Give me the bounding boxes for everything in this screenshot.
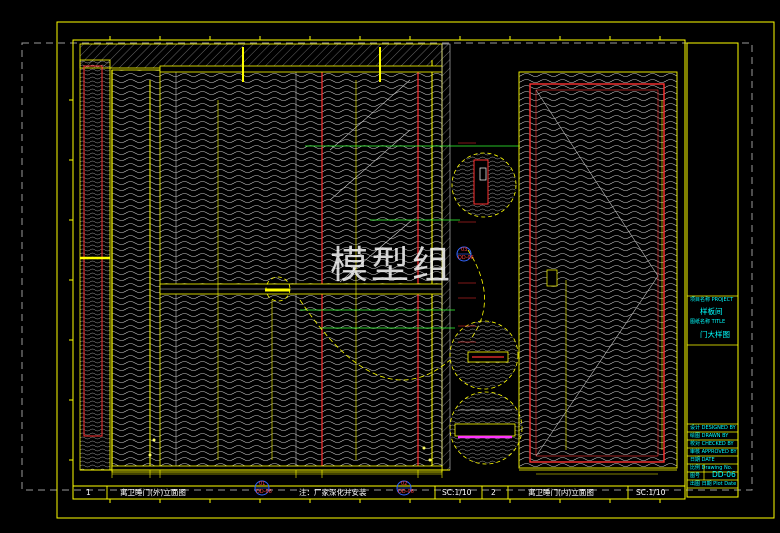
section-tag-1-top: 01 bbox=[259, 481, 266, 487]
tb-row-designed: 设计 DESIGNED BY bbox=[690, 425, 736, 431]
view2-elevation bbox=[518, 71, 678, 475]
view2-title: 寓卫睡门(内)立面图 bbox=[528, 488, 594, 497]
section-tag-3-bottom: DD-06 bbox=[458, 255, 474, 261]
cad-drawing-canvas: 1 寓卫睡门(外)立面图 注：厂家深化并安装 SC:1/10 2 寓卫睡门(内)… bbox=[0, 0, 780, 533]
section-tag-3-top: 03 bbox=[461, 247, 468, 253]
drawing-name-label: 图纸名称 TITLE bbox=[690, 319, 726, 325]
drawing-number: DD-06 bbox=[712, 470, 736, 479]
section-tag-2-top: 02 bbox=[401, 481, 408, 487]
project-label: 项目名称 PROJECT bbox=[690, 297, 734, 303]
drawing-name: 门大样图 bbox=[700, 330, 730, 339]
view2-number: 2 bbox=[491, 488, 496, 497]
tb-row-drawn: 绘图 DRAWN BY bbox=[690, 433, 729, 439]
view1-number: 1 bbox=[86, 488, 91, 497]
watermark: 模型组 bbox=[330, 243, 454, 287]
drawing-note: 注：厂家深化并安装 bbox=[299, 488, 367, 497]
section-tag-2-bottom: DD-06 bbox=[398, 489, 414, 495]
view1-title: 寓卫睡门(外)立面图 bbox=[120, 488, 186, 497]
tb-row-date: 日期 DATE bbox=[690, 457, 715, 463]
drawing-number-label: 图号 bbox=[690, 473, 701, 479]
view2-scale: SC:1/10 bbox=[636, 488, 666, 497]
tb-row-checked: 校对 CHECKED BY bbox=[690, 441, 734, 447]
tb-row-approved: 审核 APPROVED BY bbox=[690, 449, 737, 455]
project-name: 样板间 bbox=[700, 307, 723, 316]
tb-footer: 出图 日期 Plot Date bbox=[690, 481, 737, 487]
section-tag-1-bottom: DD-06 bbox=[256, 489, 272, 495]
view1-scale: SC:1/10 bbox=[442, 488, 472, 497]
